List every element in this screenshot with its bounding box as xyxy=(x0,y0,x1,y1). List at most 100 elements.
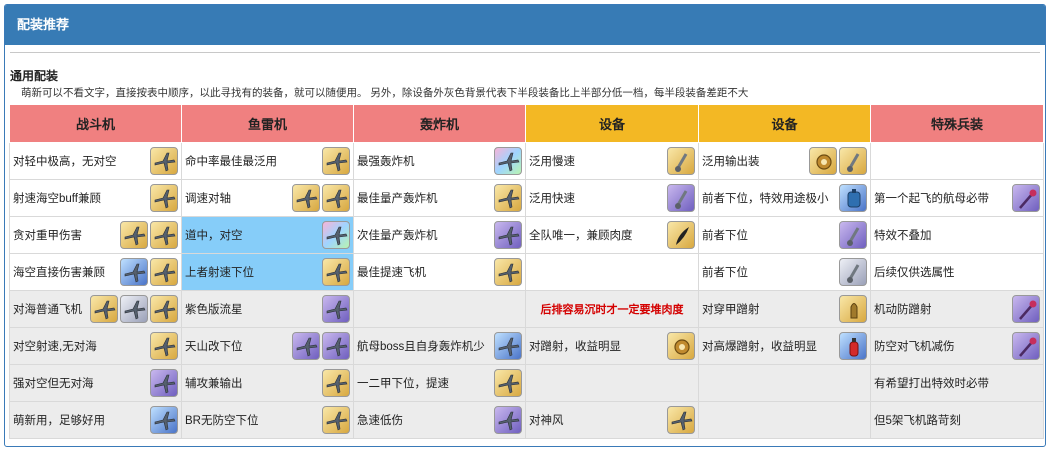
table-row: 萌新用，足够好用 BR无防空下位 急速低伤 对神风 但5架飞机路苛刻 xyxy=(9,401,1044,439)
equipment-icons xyxy=(667,221,695,249)
equipment-icons xyxy=(494,332,522,360)
plane-icon[interactable] xyxy=(90,295,118,323)
table-row: 海空直接伤害兼顾 上者射速下位 最佳提速飞机 前者下位 后续仅供选属性 xyxy=(9,253,1044,291)
equipment-icons xyxy=(292,332,350,360)
staff-icon[interactable] xyxy=(1012,295,1040,323)
staff-icon[interactable] xyxy=(1012,184,1040,212)
table-cell xyxy=(525,364,699,402)
equipment-icons xyxy=(150,332,178,360)
plane-icon[interactable] xyxy=(120,258,148,286)
equipment-icons xyxy=(494,258,522,286)
table-cell: 次佳量产轰炸机 xyxy=(353,216,526,254)
cell-text: 全队唯一，兼顾肉度 xyxy=(529,230,633,242)
plane-icon[interactable] xyxy=(150,332,178,360)
cell-text: 命中率最佳最泛用 xyxy=(185,156,277,168)
table-cell: 前者下位 xyxy=(698,216,871,254)
catapult-icon[interactable] xyxy=(667,147,695,175)
cell-text: 后排容易沉时才一定要堆肉度 xyxy=(540,304,684,316)
cell-text: 急速低伤 xyxy=(357,415,403,427)
panel-title: 配装推荐 xyxy=(5,5,1045,45)
gear-icon[interactable] xyxy=(667,332,695,360)
plane-icon[interactable] xyxy=(120,221,148,249)
plane-icon[interactable] xyxy=(494,369,522,397)
cell-text: 防空对飞机减伤 xyxy=(874,341,955,353)
plane-icon[interactable] xyxy=(150,258,178,286)
table-cell: BR无防空下位 xyxy=(181,401,354,439)
staff-icon[interactable] xyxy=(1012,332,1040,360)
divider xyxy=(10,52,1040,53)
plane-icon[interactable] xyxy=(494,221,522,249)
plane-icon[interactable] xyxy=(150,406,178,434)
cell-text: 特效不叠加 xyxy=(874,230,932,242)
table-cell xyxy=(698,364,871,402)
equipment-icons xyxy=(494,221,522,249)
cell-text: 对空射速,无对海 xyxy=(13,341,97,353)
catapult-icon[interactable] xyxy=(839,221,867,249)
plane-icon[interactable] xyxy=(150,221,178,249)
table-row: 对轻中极高，无对空 命中率最佳最泛用 最强轰炸机 泛用慢速 泛用输出装 xyxy=(9,142,1044,180)
plane-icon[interactable] xyxy=(322,295,350,323)
plane-icon[interactable] xyxy=(292,184,320,212)
cell-text: 对神风 xyxy=(529,415,564,427)
cell-text: 但5架飞机路苛刻 xyxy=(874,415,961,427)
table-cell xyxy=(698,401,871,439)
table-cell: 后排容易沉时才一定要堆肉度 xyxy=(525,290,699,328)
plane-icon[interactable] xyxy=(150,147,178,175)
plane-icon[interactable] xyxy=(322,184,350,212)
plane-icon[interactable] xyxy=(494,184,522,212)
shell-icon[interactable] xyxy=(839,295,867,323)
equipment-icons xyxy=(1012,332,1040,360)
plane-icon[interactable] xyxy=(322,332,350,360)
cell-text: 天山改下位 xyxy=(185,341,243,353)
feather-icon[interactable] xyxy=(667,221,695,249)
table-row: 射速海空buff兼顾 调速对轴 最佳量产轰炸机 泛用快速 前者下位，特效用途极小 第一个起… xyxy=(9,179,1044,217)
cell-text: 最佳量产轰炸机 xyxy=(357,193,438,205)
equipment-icons xyxy=(667,332,695,360)
plane-icon[interactable] xyxy=(322,258,350,286)
plane-icon[interactable] xyxy=(120,295,148,323)
fuel-tank-icon[interactable] xyxy=(839,184,867,212)
plane-icon[interactable] xyxy=(494,406,522,434)
plane-icon[interactable] xyxy=(494,258,522,286)
cell-text: 上者射速下位 xyxy=(185,267,254,279)
cell-text: 射速海空buff兼顾 xyxy=(13,193,101,205)
table-cell xyxy=(353,290,526,328)
equipment-icons xyxy=(809,147,867,175)
equipment-icons xyxy=(839,332,867,360)
table-cell: 急速低伤 xyxy=(353,401,526,439)
plane-icon[interactable] xyxy=(150,184,178,212)
plane-icon[interactable] xyxy=(494,332,522,360)
table-cell: 萌新用，足够好用 xyxy=(9,401,182,439)
table-cell: 天山改下位 xyxy=(181,327,354,365)
cell-text: 前者下位 xyxy=(702,267,748,279)
cell-text: 最强轰炸机 xyxy=(357,156,415,168)
plane-icon[interactable] xyxy=(322,369,350,397)
plane-icon[interactable] xyxy=(292,332,320,360)
table-cell: 航母boss且自身轰炸机少 xyxy=(353,327,526,365)
equipment-icons xyxy=(322,369,350,397)
plane-icon[interactable] xyxy=(150,369,178,397)
table-cell: 调速对轴 xyxy=(181,179,354,217)
fire-extinguisher-icon[interactable] xyxy=(839,332,867,360)
plane-icon[interactable] xyxy=(494,147,522,175)
table-cell: 射速海空buff兼顾 xyxy=(9,179,182,217)
table-cell: 对轻中极高，无对空 xyxy=(9,142,182,180)
plane-icon[interactable] xyxy=(150,295,178,323)
equipment-icons xyxy=(1012,295,1040,323)
gear-icon[interactable] xyxy=(809,147,837,175)
catapult-icon[interactable] xyxy=(667,184,695,212)
table-cell: 特效不叠加 xyxy=(870,216,1044,254)
catapult-icon[interactable] xyxy=(839,258,867,286)
equipment-icons xyxy=(322,221,350,249)
plane-icon[interactable] xyxy=(322,221,350,249)
table-cell: 紫色版流星 xyxy=(181,290,354,328)
plane-icon[interactable] xyxy=(322,147,350,175)
plane-icon[interactable] xyxy=(667,406,695,434)
cell-text: 一二甲下位，提速 xyxy=(357,378,449,390)
catapult-icon[interactable] xyxy=(839,147,867,175)
loadout-panel: 配装推荐 通用配装 萌新可以不看文字，直接按表中顺序，以此寻找有的装备，就可以随… xyxy=(4,4,1046,447)
plane-icon[interactable] xyxy=(322,406,350,434)
table-cell: 最强轰炸机 xyxy=(353,142,526,180)
equipment-icons xyxy=(90,295,178,323)
table-cell: 对神风 xyxy=(525,401,699,439)
